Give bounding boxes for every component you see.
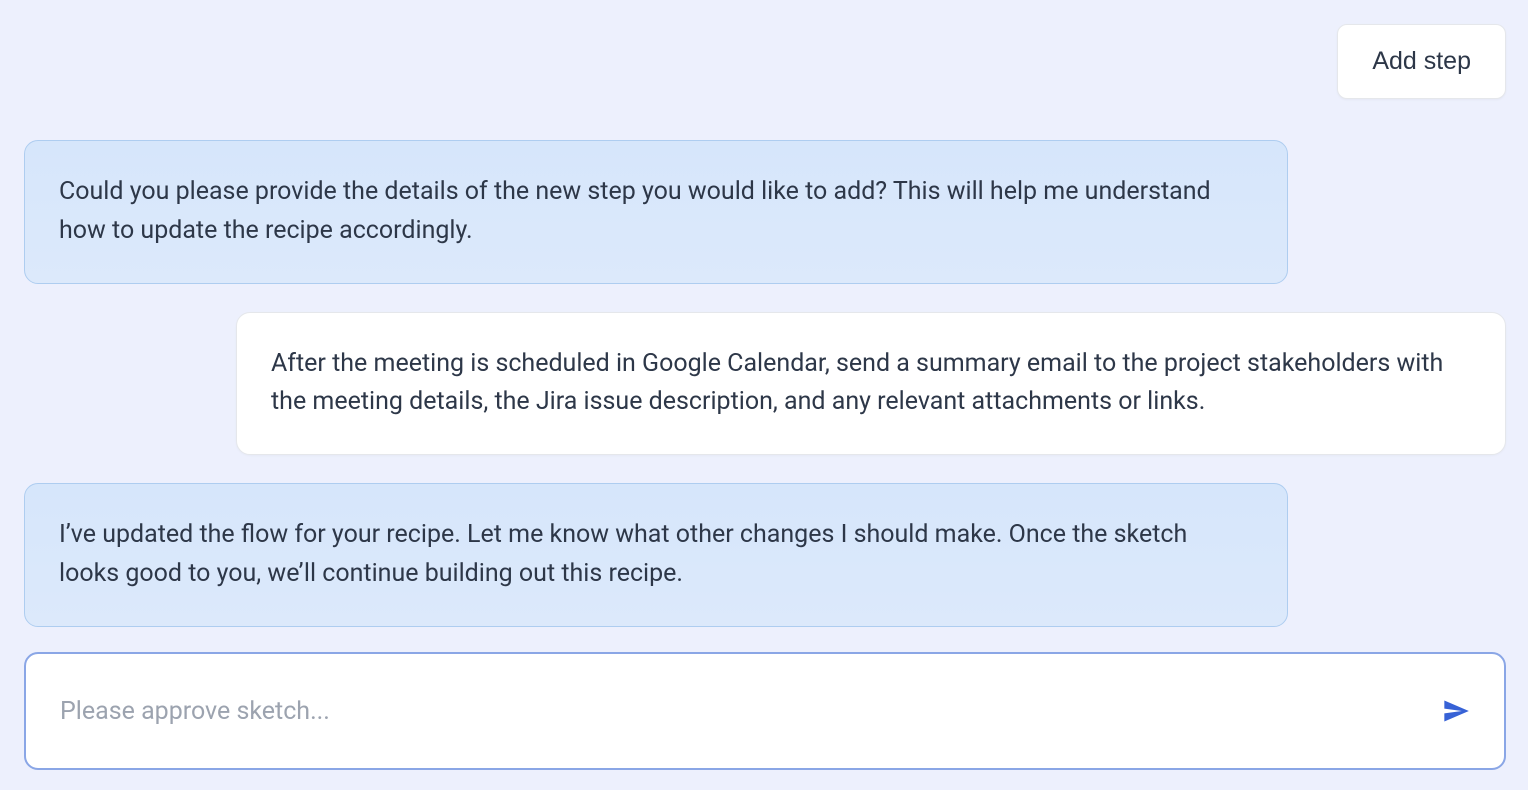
assistant-message: I’ve updated the flow for your recipe. L… (24, 483, 1288, 627)
send-button[interactable] (1434, 689, 1478, 733)
user-message: After the meeting is scheduled in Google… (236, 312, 1506, 456)
assistant-message: Could you please provide the details of … (24, 140, 1288, 284)
add-step-button[interactable]: Add step (1337, 24, 1506, 99)
chat-container: Could you please provide the details of … (24, 140, 1506, 627)
message-input[interactable] (60, 697, 1434, 726)
send-icon (1442, 697, 1470, 725)
input-area (24, 652, 1506, 770)
